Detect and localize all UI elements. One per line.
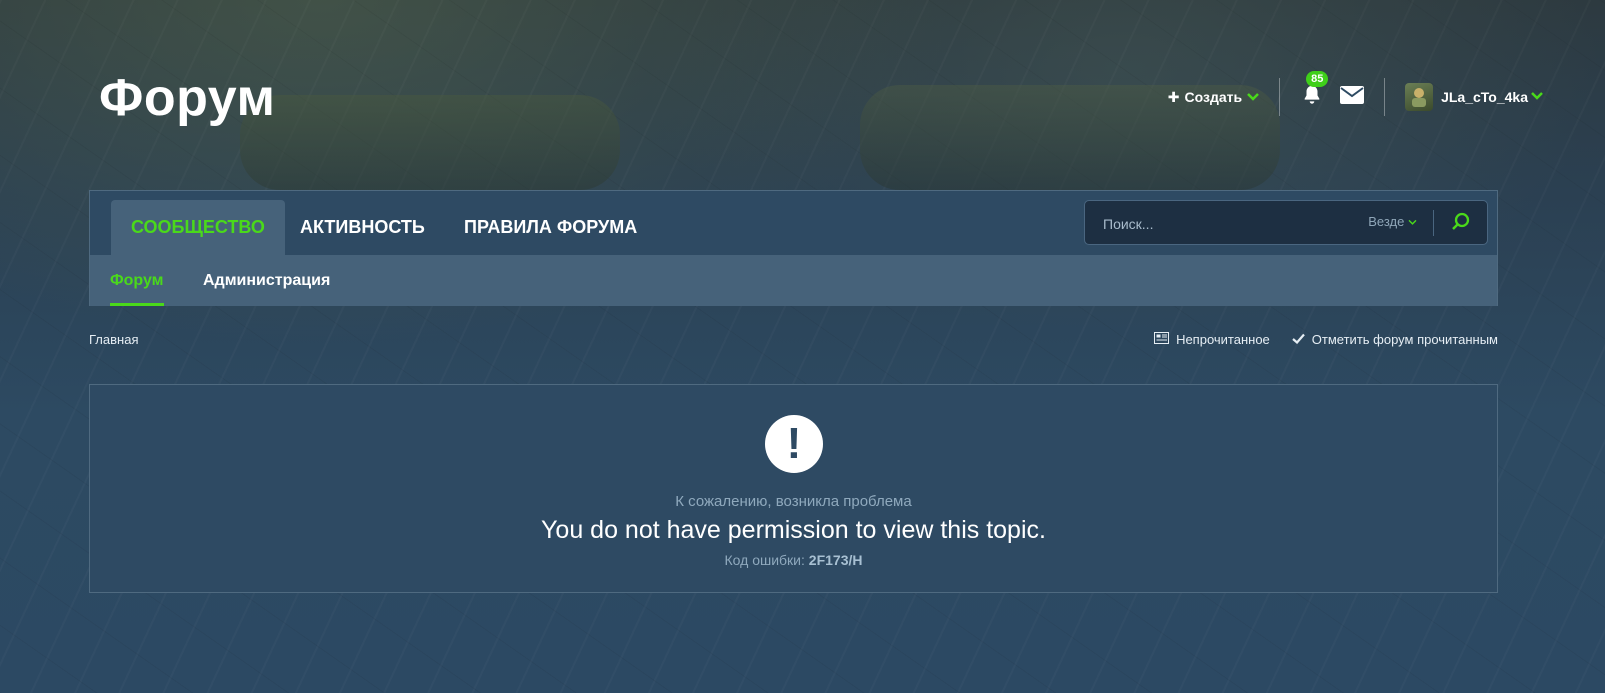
notification-count-badge: 85 (1306, 71, 1329, 87)
subtab-administration[interactable]: Администрация (203, 255, 330, 306)
search-button[interactable] (1451, 212, 1471, 237)
search-input[interactable] (1101, 212, 1345, 236)
tab-community[interactable]: СООБЩЕСТВО (111, 200, 285, 255)
plus-icon: ✚ (1167, 88, 1180, 105)
search-icon (1451, 212, 1471, 236)
site-header: Форум ✚ Создать 85 JLa_cTo_4ka (0, 0, 1605, 190)
create-button[interactable]: ✚ Создать (1168, 89, 1259, 106)
search-box: Везде (1084, 200, 1488, 245)
error-code-label: Код ошибки: (724, 552, 805, 568)
notifications-button[interactable]: 85 (1300, 71, 1329, 111)
newspaper-icon (1154, 332, 1170, 347)
bell-icon (1301, 84, 1323, 111)
search-scope-select[interactable]: Везде (1368, 214, 1417, 229)
divider (1433, 210, 1434, 236)
site-title[interactable]: Форум (99, 68, 275, 128)
unread-label: Непрочитанное (1176, 332, 1270, 347)
create-label: Создать (1184, 89, 1243, 105)
error-message: You do not have permission to view this … (541, 516, 1046, 544)
search-scope-label: Везде (1368, 214, 1405, 229)
avatar (1405, 83, 1434, 111)
tab-activity[interactable]: АКТИВНОСТЬ (280, 200, 445, 255)
username: JLa_cTo_4ka (1441, 89, 1528, 105)
divider (1384, 78, 1386, 116)
check-icon (1292, 332, 1305, 347)
main-navigation: СООБЩЕСТВО АКТИВНОСТЬ ПРАВИЛА ФОРУМА Вез… (89, 190, 1498, 306)
unread-link[interactable]: Непрочитанное (1154, 332, 1270, 347)
chevron-down-icon (1408, 214, 1417, 229)
error-code: Код ошибки: 2F173/H (90, 552, 1497, 568)
chevron-down-icon (1247, 89, 1259, 105)
secondary-nav: Форум Администрация (90, 255, 1497, 306)
forum-actions: Непрочитанное Отметить форум прочитанным (1154, 332, 1498, 347)
user-bar: ✚ Создать 85 JLa_cTo_4ka (1168, 71, 1543, 116)
divider (1279, 78, 1281, 116)
user-menu[interactable]: JLa_cTo_4ka (1405, 83, 1543, 111)
exclamation-icon: ! (765, 415, 823, 473)
error-code-value: 2F173/H (808, 552, 863, 568)
messages-button[interactable] (1340, 85, 1365, 109)
breadcrumb: Главная (89, 332, 138, 347)
chevron-down-icon (1531, 88, 1543, 106)
mark-read-link[interactable]: Отметить форум прочитанным (1292, 332, 1498, 347)
envelope-icon (1340, 85, 1365, 109)
breadcrumb-home-link[interactable]: Главная (89, 332, 138, 347)
subtab-forum[interactable]: Форум (110, 255, 164, 306)
error-panel: ! К сожалению, возникла проблема You do … (89, 384, 1498, 593)
primary-nav: СООБЩЕСТВО АКТИВНОСТЬ ПРАВИЛА ФОРУМА Вез… (90, 191, 1497, 255)
mark-read-label: Отметить форум прочитанным (1311, 332, 1498, 347)
error-title: К сожалению, возникла проблема (675, 493, 912, 510)
tab-forum-rules[interactable]: ПРАВИЛА ФОРУМА (444, 200, 657, 255)
